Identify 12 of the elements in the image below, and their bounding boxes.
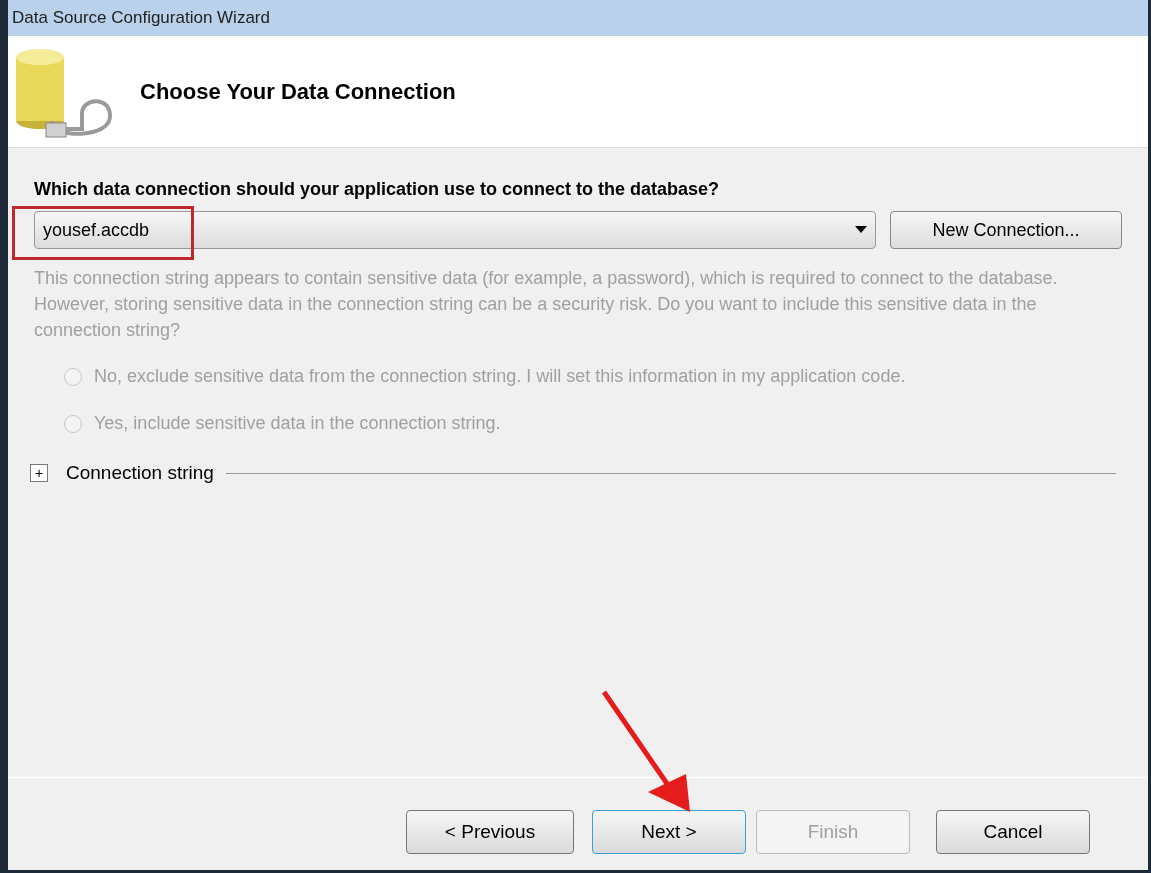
header-title: Choose Your Data Connection <box>140 78 456 106</box>
sensitive-data-note: This connection string appears to contain sensitive data (for example, a password), which is required to connect to the database. However, storing sensitive data in the connection string can be a security risk. Do you want to include this sensitive data in the connection string? <box>34 267 1059 342</box>
new-connection-button[interactable]: New Connection... <box>890 211 1122 249</box>
wizard-button[interactable]: Next > <box>592 810 746 854</box>
connection-dropdown[interactable]: yousef.accdb <box>34 211 876 249</box>
window-title: Data Source Configuration Wizard <box>12 7 270 30</box>
expand-toggle[interactable]: + <box>30 464 48 483</box>
wizard-button[interactable]: Cancel <box>936 810 1090 854</box>
question-label: Which data connection should your application use to connect to the database? <box>34 178 721 201</box>
connection-string-label: Connection string <box>66 461 214 485</box>
wizard-button[interactable]: < Previous <box>406 810 574 854</box>
dropdown-caret-icon <box>855 226 867 234</box>
